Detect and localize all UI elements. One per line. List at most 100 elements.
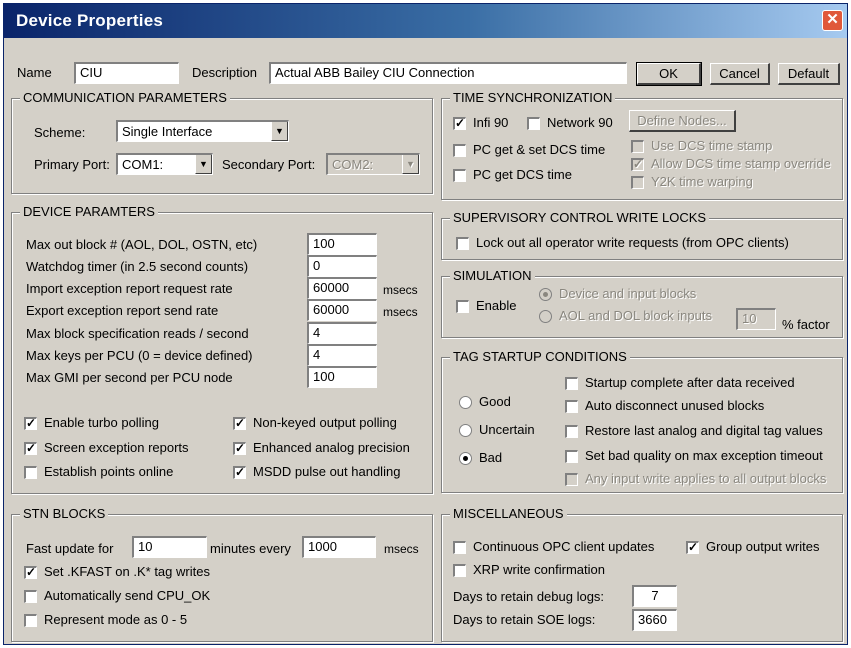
primary-port-select[interactable]: COM1: ▼ (116, 153, 213, 175)
device-param-field[interactable]: 60000 (307, 277, 377, 299)
chevron-down-icon[interactable]: ▼ (195, 155, 212, 174)
group-title: COMMUNICATION PARAMETERS (20, 90, 230, 105)
tag-option-5-checkbox (565, 473, 578, 486)
device-option-5-label: Establish points online (44, 464, 174, 479)
device-param-label: Watchdog timer (in 2.5 second counts) (26, 259, 249, 274)
tag-option-2-label: Auto disconnect unused blocks (585, 398, 765, 413)
radio-dot (463, 456, 468, 461)
tag-uncertain-label: Uncertain (479, 422, 535, 437)
debug-logs-label: Days to retain debug logs: (453, 589, 605, 604)
device-option-2-checkbox[interactable]: ✓ (233, 417, 246, 430)
factor-label: % factor (782, 317, 830, 332)
tag-option-3-checkbox[interactable] (565, 425, 578, 438)
device-option-2-label: Non-keyed output polling (253, 415, 397, 430)
device-param-label: Export exception report send rate (26, 303, 219, 318)
group-output-writes-checkbox[interactable]: ✓ (686, 541, 699, 554)
device-properties-dialog: Device Properties ✕ Name CIU Description… (3, 3, 848, 645)
window-title: Device Properties (16, 11, 164, 30)
group-title: SIMULATION (450, 268, 535, 283)
network-90-label: Network 90 (547, 115, 613, 130)
fast-update-field[interactable]: 10 (132, 536, 207, 558)
default-button[interactable]: Default (778, 63, 840, 85)
device-param-label: Max block specification reads / second (26, 326, 249, 341)
description-field[interactable]: Actual ABB Bailey CIU Connection (269, 62, 627, 84)
device-option-1-label: Enable turbo polling (44, 415, 159, 430)
xrp-write-confirmation-label: XRP write confirmation (473, 562, 605, 577)
device-option-3-checkbox[interactable]: ✓ (24, 442, 37, 455)
device-option-5-checkbox[interactable] (24, 466, 37, 479)
primary-port-value: COM1: (122, 157, 164, 172)
allow-dcs-override-label: Allow DCS time stamp override (651, 156, 831, 171)
device-param-field[interactable]: 4 (307, 322, 377, 344)
define-nodes-button: Define Nodes... (629, 110, 736, 132)
continuous-opc-updates-checkbox[interactable] (453, 541, 466, 554)
chevron-down-icon[interactable]: ▼ (271, 122, 288, 141)
device-option-4-label: Enhanced analog precision (253, 440, 410, 455)
every-msecs-field[interactable]: 1000 (302, 536, 376, 558)
secondary-port-label: Secondary Port: (222, 157, 316, 172)
ok-button[interactable]: OK (636, 62, 702, 86)
title-bar[interactable]: Device Properties ✕ (4, 4, 847, 38)
use-dcs-time-stamp-label: Use DCS time stamp (651, 138, 773, 153)
infi-90-checkbox[interactable]: ✓ (453, 117, 466, 130)
device-param-field[interactable]: 4 (307, 344, 377, 366)
group-title: TIME SYNCHRONIZATION (450, 90, 616, 105)
device-param-label: Max out block # (AOL, DOL, OSTN, etc) (26, 237, 258, 252)
name-label: Name (17, 65, 52, 80)
cancel-button[interactable]: Cancel (710, 63, 770, 85)
tag-uncertain-radio[interactable] (459, 424, 472, 437)
aol-dol-block-inputs-label: AOL and DOL block inputs (559, 308, 712, 323)
stn-option-3-checkbox[interactable] (24, 614, 37, 627)
allow-dcs-override-checkbox: ✓ (631, 157, 644, 171)
device-param-label: Import exception report request rate (26, 281, 233, 296)
tag-bad-radio[interactable] (459, 452, 472, 465)
tag-good-label: Good (479, 394, 511, 409)
communication-parameters-group: COMMUNICATION PARAMETERS (11, 90, 433, 194)
msecs-unit: msecs (384, 542, 419, 556)
group-title: STN BLOCKS (20, 506, 109, 521)
xrp-write-confirmation-checkbox[interactable] (453, 564, 466, 577)
primary-port-label: Primary Port: (34, 157, 110, 172)
continuous-opc-updates-label: Continuous OPC client updates (473, 539, 655, 554)
group-title: SUPERVISORY CONTROL WRITE LOCKS (450, 210, 710, 225)
stn-option-2-checkbox[interactable] (24, 590, 37, 603)
fast-update-label: Fast update for (26, 541, 114, 556)
tag-option-4-checkbox[interactable] (565, 450, 578, 463)
aol-dol-block-inputs-radio (539, 310, 552, 323)
network-90-checkbox[interactable] (527, 117, 540, 130)
lock-out-writes-checkbox[interactable] (456, 237, 469, 250)
stn-option-1-checkbox[interactable]: ✓ (24, 566, 37, 579)
pc-get-dcs-time-label: PC get DCS time (473, 167, 572, 182)
pc-get-dcs-time-checkbox[interactable] (453, 169, 466, 182)
device-param-field[interactable]: 0 (307, 255, 377, 277)
device-option-1-checkbox[interactable]: ✓ (24, 417, 37, 430)
device-option-6-checkbox[interactable]: ✓ (233, 466, 246, 479)
name-field[interactable]: CIU (74, 62, 179, 84)
tag-option-4-label: Set bad quality on max exception timeout (585, 448, 823, 463)
device-param-field[interactable]: 100 (307, 366, 377, 388)
use-dcs-time-stamp-checkbox (631, 140, 644, 153)
tag-option-3-label: Restore last analog and digital tag valu… (585, 423, 823, 438)
minutes-every-label: minutes every (210, 541, 291, 556)
tag-good-radio[interactable] (459, 396, 472, 409)
stn-option-3-label: Represent mode as 0 - 5 (44, 612, 188, 627)
device-param-label: Max keys per PCU (0 = device defined) (26, 348, 253, 363)
device-param-label: Max GMI per second per PCU node (26, 370, 233, 385)
stn-option-1-label: Set .KFAST on .K* tag writes (44, 564, 210, 579)
device-option-4-checkbox[interactable]: ✓ (233, 442, 246, 455)
group-title: TAG STARTUP CONDITIONS (450, 349, 630, 364)
debug-logs-field[interactable]: 7 (632, 585, 677, 607)
soe-logs-label: Days to retain SOE logs: (453, 612, 596, 627)
tag-option-5-label: Any input write applies to all output bl… (585, 471, 827, 486)
simulation-enable-checkbox[interactable] (456, 300, 469, 313)
tag-option-1-checkbox[interactable] (565, 377, 578, 390)
device-param-field[interactable]: 100 (307, 233, 377, 255)
tag-option-2-checkbox[interactable] (565, 400, 578, 413)
scheme-select[interactable]: Single Interface ▼ (116, 120, 289, 142)
device-param-field[interactable]: 60000 (307, 299, 377, 321)
soe-logs-field[interactable]: 3660 (632, 609, 677, 631)
pc-get-set-dcs-time-checkbox[interactable] (453, 144, 466, 157)
scheme-value: Single Interface (122, 124, 213, 139)
tag-bad-label: Bad (479, 450, 503, 465)
close-icon[interactable]: ✕ (822, 10, 843, 31)
